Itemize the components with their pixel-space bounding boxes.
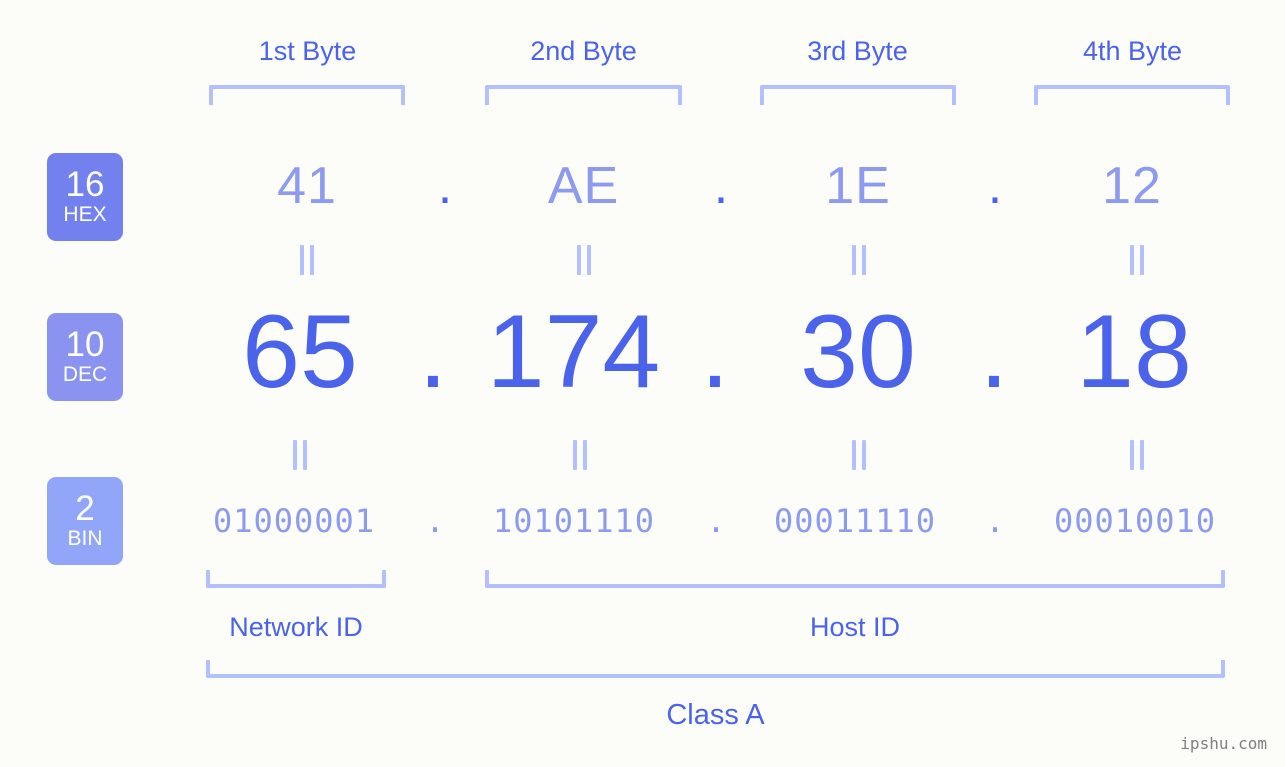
equals-mark-hex-dec-4	[1126, 245, 1148, 275]
badge-dec-base: 10	[65, 325, 105, 364]
badge-bin: 2 BIN	[47, 477, 123, 565]
byte-bracket-4	[1034, 85, 1230, 105]
byte-header-2: 2nd Byte	[530, 36, 637, 66]
equals-mark-dec-bin-4	[1126, 440, 1148, 470]
dec-value-1: 65	[242, 294, 358, 410]
hex-value-4: 12	[1102, 157, 1162, 215]
hex-value-1: 41	[277, 157, 337, 215]
ip-address-diagram: 1st Byte 2nd Byte 3rd Byte 4th Byte 16 H…	[0, 0, 1285, 767]
hex-value-2: AE	[547, 157, 620, 215]
hex-separator-2: .	[713, 157, 729, 215]
badge-hex: 16 HEX	[47, 153, 123, 241]
badge-bin-base: 2	[75, 489, 95, 528]
byte-bracket-2	[485, 85, 682, 105]
equals-mark-hex-dec-3	[848, 245, 870, 275]
hex-separator-1: .	[437, 157, 453, 215]
dec-value-3: 30	[800, 294, 916, 410]
bin-value-1: 01000001	[212, 502, 376, 540]
dec-separator-1: .	[418, 294, 448, 410]
byte-header-4: 4th Byte	[1082, 36, 1183, 66]
equals-mark-dec-bin-3	[848, 440, 870, 470]
class-bracket	[206, 660, 1225, 678]
equals-mark-dec-bin-2	[569, 440, 591, 470]
dec-value-2: 174	[486, 294, 661, 410]
hex-value-3: 1E	[825, 157, 891, 215]
network-id-label: Network ID	[229, 612, 363, 642]
dec-value-4: 18	[1076, 294, 1192, 410]
badge-hex-name: HEX	[63, 203, 107, 226]
badge-dec-name: DEC	[62, 363, 108, 386]
dec-separator-3: .	[979, 294, 1009, 410]
host-id-bracket	[485, 570, 1225, 588]
host-id-label: Host ID	[809, 612, 901, 642]
bin-separator-2: .	[706, 502, 726, 540]
watermark: ipshu.com	[1180, 734, 1267, 753]
network-id-bracket	[206, 570, 386, 588]
byte-header-1: 1st Byte	[258, 36, 357, 66]
bin-value-2: 10101110	[492, 502, 656, 540]
dec-separator-2: .	[700, 294, 730, 410]
equals-mark-hex-dec-1	[296, 245, 318, 275]
equals-mark-hex-dec-2	[573, 245, 595, 275]
byte-bracket-1	[209, 85, 405, 105]
bin-value-4: 00010010	[1053, 502, 1217, 540]
equals-mark-dec-bin-1	[289, 440, 311, 470]
badge-bin-name: BIN	[67, 527, 103, 550]
bin-separator-1: .	[425, 502, 445, 540]
bin-value-3: 00011110	[773, 502, 937, 540]
badge-dec: 10 DEC	[47, 313, 123, 401]
bin-separator-3: .	[985, 502, 1005, 540]
hex-separator-3: .	[987, 157, 1003, 215]
badge-hex-base: 16	[65, 165, 105, 204]
byte-bracket-3	[760, 85, 956, 105]
class-label: Class A	[666, 699, 765, 731]
byte-header-3: 3rd Byte	[807, 36, 908, 66]
